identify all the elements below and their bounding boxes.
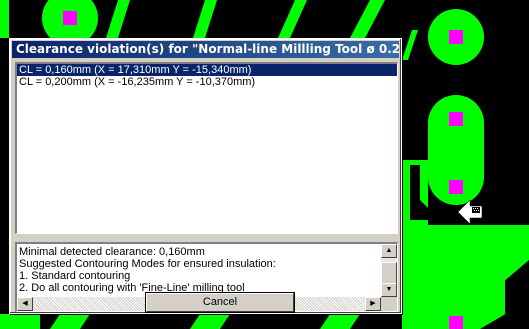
scroll-thumb[interactable]: [381, 262, 397, 284]
copper-trace: [0, 0, 9, 38]
drill-pad: [63, 11, 77, 25]
scrollbar-corner: [381, 297, 397, 311]
copper-trace: [350, 0, 385, 38]
drill-pad: [449, 180, 463, 194]
arrow-right-icon[interactable]: ▶: [365, 297, 381, 311]
info-line: Minimal detected clearance: 0,160mm: [19, 246, 205, 258]
cancel-button[interactable]: Cancel: [146, 293, 294, 312]
arrow-down-icon[interactable]: ▼: [381, 283, 397, 297]
info-line: Suggested Contouring Modes for ensured i…: [19, 258, 276, 270]
info-line: 1. Standard contouring: [19, 270, 131, 282]
clearance-violation-dialog: Clearance violation(s) for "Normal-line …: [9, 38, 402, 314]
copper-trace: [106, 0, 130, 38]
drill-pad: [449, 112, 463, 126]
violation-list-item[interactable]: CL = 0,200mm (X = -16,235mm Y = -10,370m…: [17, 76, 397, 88]
copper-trace: [402, 30, 418, 60]
violation-list[interactable]: CL = 0,160mm (X = 17,310mm Y = -15,340mm…: [15, 62, 398, 234]
dialog-title[interactable]: Clearance violation(s) for "Normal-line …: [12, 41, 399, 58]
copper-trace: [193, 0, 217, 38]
drill-pad: [449, 30, 463, 44]
arrow-up-icon[interactable]: ▲: [381, 244, 397, 258]
vertical-scrollbar[interactable]: ▲ ▼: [381, 244, 397, 297]
copper-trace: [278, 0, 307, 38]
violation-list-item[interactable]: CL = 0,160mm (X = 17,310mm Y = -15,340mm…: [17, 64, 397, 76]
arrow-left-icon[interactable]: ◀: [17, 297, 33, 311]
